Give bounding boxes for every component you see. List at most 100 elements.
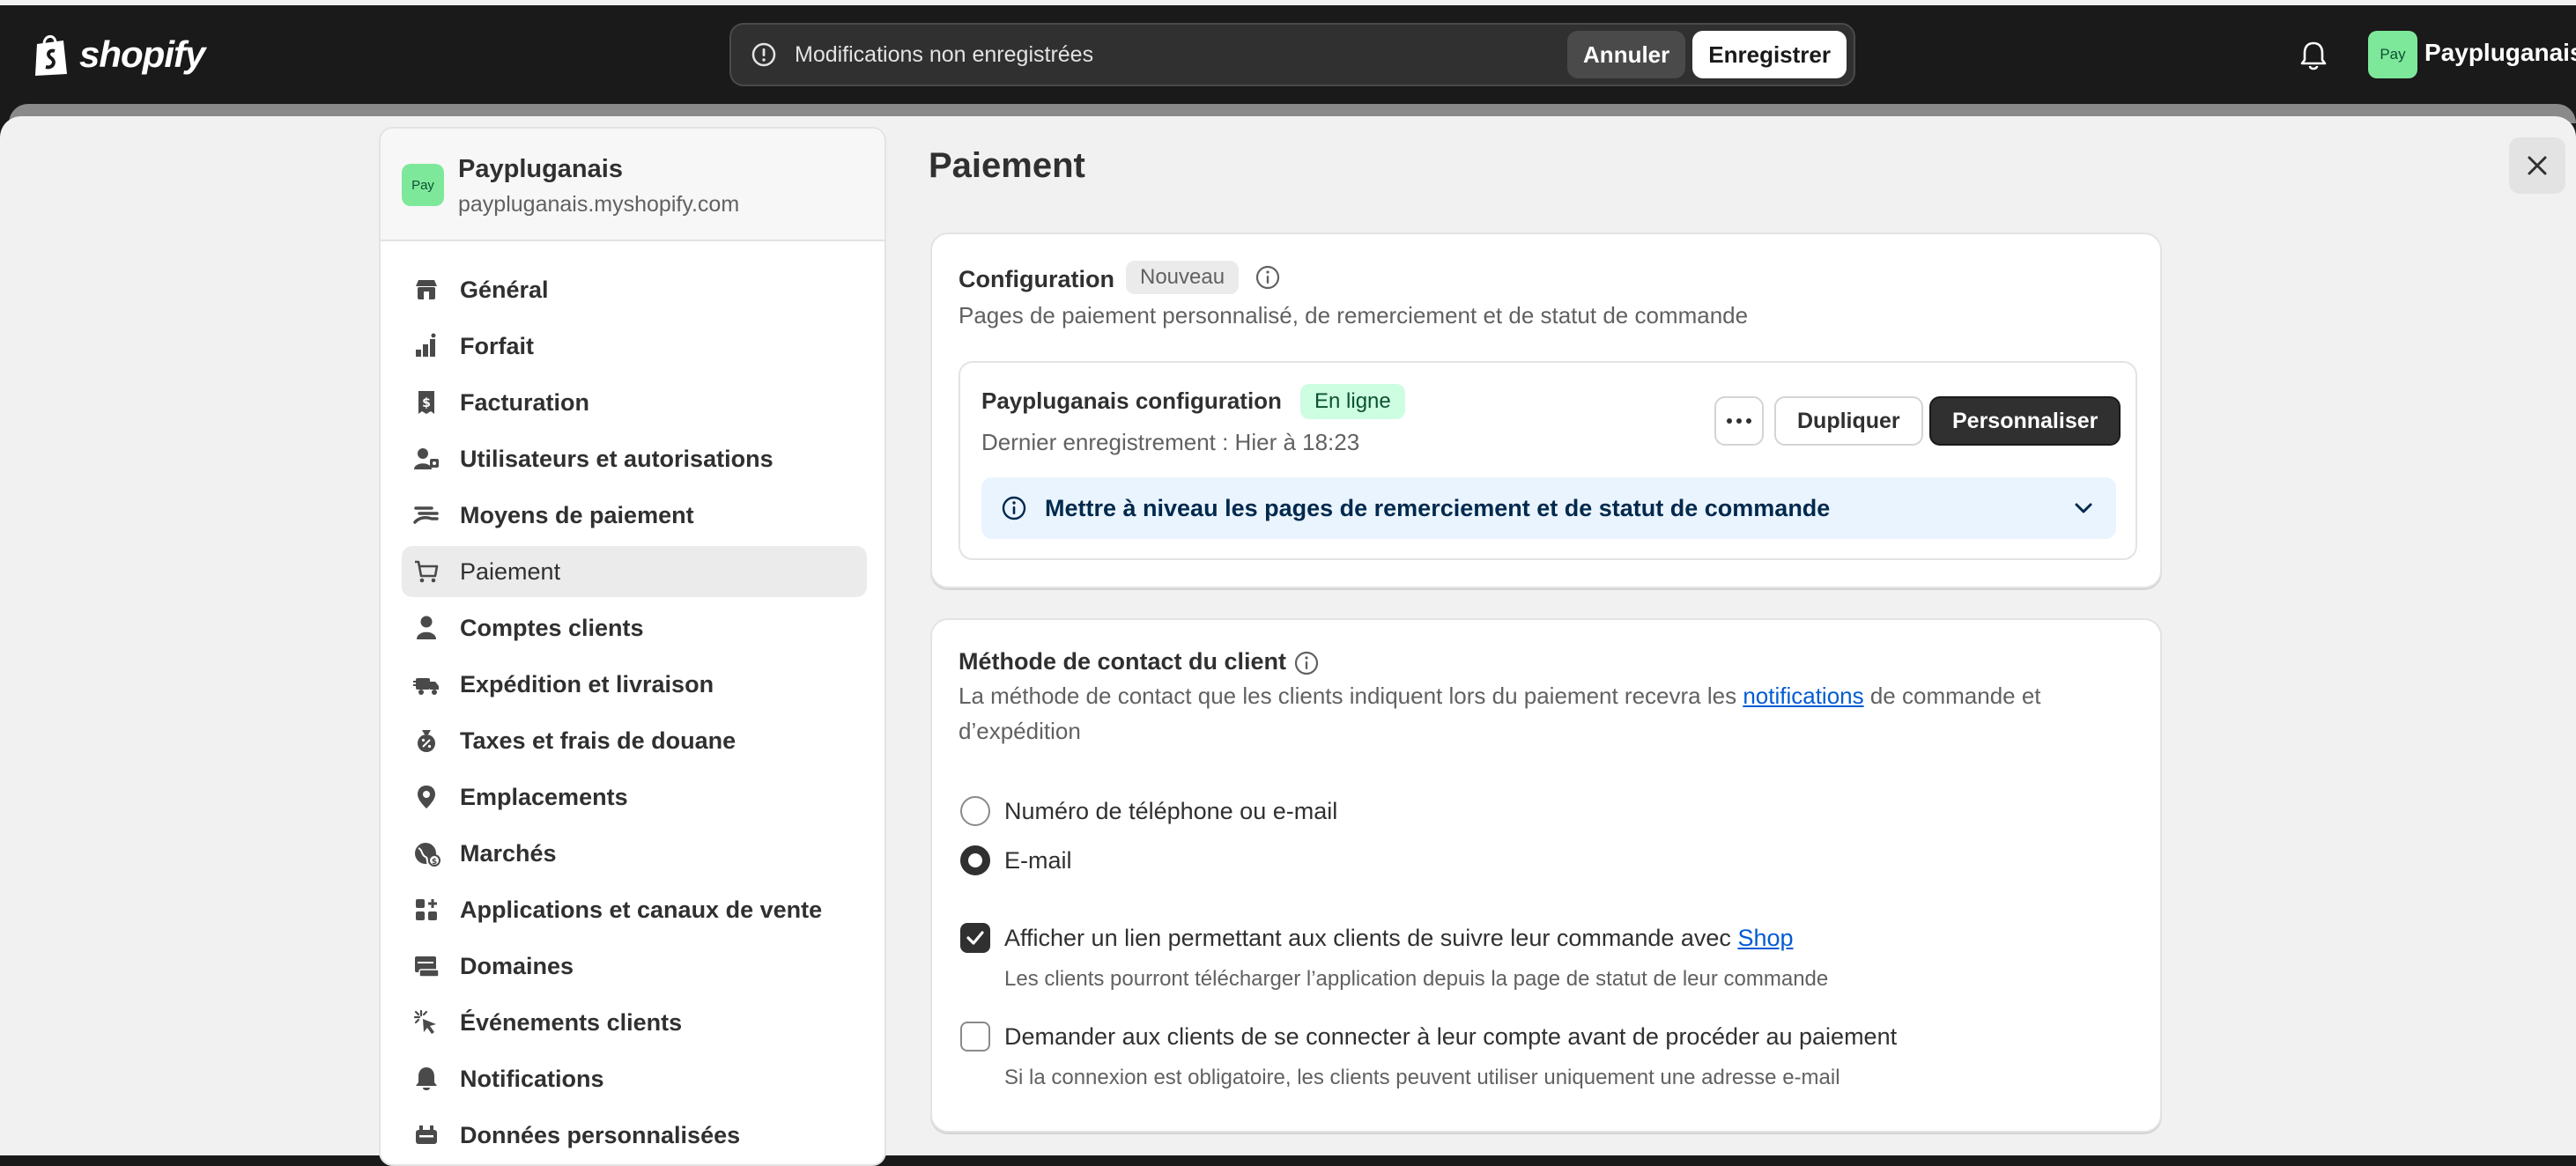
sidebar-item-billing[interactable]: $ Facturation <box>402 377 867 428</box>
radio-email[interactable] <box>960 845 990 875</box>
checkbox-label-text: Afficher un lien permettant aux clients … <box>1004 925 1738 951</box>
svg-text:$: $ <box>422 396 431 410</box>
sidebar-item-plan[interactable]: Forfait <box>402 321 867 372</box>
more-actions-button[interactable] <box>1714 396 1764 446</box>
checkbox-shop-tracking[interactable] <box>960 923 990 953</box>
sidebar-item-label: Comptes clients <box>460 614 644 641</box>
plan-icon <box>416 333 436 357</box>
sidebar-item-label: Utilisateurs et autorisations <box>460 445 774 472</box>
checkmark-icon <box>966 931 984 945</box>
sidebar-item-label: Forfait <box>460 332 534 359</box>
sidebar-item-label: Moyens de paiement <box>460 501 694 528</box>
sidebar-store-url: paypluganais.myshopify.com <box>458 192 740 217</box>
discard-button[interactable]: Annuler <box>1567 31 1686 78</box>
unsaved-message: Modifications non enregistrées <box>795 41 1094 67</box>
payment-hand-icon <box>413 506 439 524</box>
close-icon <box>2528 156 2547 175</box>
sidebar-item-notifications[interactable]: Notifications <box>402 1053 867 1104</box>
person-icon <box>417 616 436 639</box>
sidebar-item-label: Données personnalisées <box>460 1121 741 1148</box>
checkbox-label[interactable]: Demander aux clients de se connecter à l… <box>1004 1023 1897 1051</box>
duplicate-button[interactable]: Dupliquer <box>1774 396 1923 446</box>
sidebar-item-label: Taxes et frais de douane <box>460 727 737 754</box>
globe-icon: $ <box>415 843 440 867</box>
sidebar-item-label: Expédition et livraison <box>460 670 714 697</box>
save-button[interactable]: Enregistrer <box>1692 31 1847 78</box>
ellipsis-icon <box>1727 418 1751 424</box>
checkout-configuration-item: Paypluganais configuration En ligne Dern… <box>959 361 2137 560</box>
contact-method-title: Méthode de contact du client <box>959 648 1287 675</box>
shop-link[interactable]: Shop <box>1737 925 1793 951</box>
shopify-bag-icon <box>35 35 67 76</box>
notifications-link[interactable]: notifications <box>1743 683 1863 709</box>
store-menu-name[interactable]: Paypluganais <box>2424 39 2576 67</box>
checkbox-require-login[interactable] <box>960 1022 990 1052</box>
sidebar-item-label: Facturation <box>460 388 590 416</box>
status-badge: En ligne <box>1300 384 1405 419</box>
customize-button[interactable]: Personnaliser <box>1929 396 2121 446</box>
sidebar-item-label: Applications et canaux de vente <box>460 896 823 923</box>
configuration-description: Pages de paiement personnalisé, de remer… <box>959 302 1749 328</box>
cart-icon <box>415 560 439 583</box>
svg-text:$: $ <box>432 858 437 867</box>
radio-phone-or-email[interactable] <box>960 796 990 826</box>
sidebar-item-customer-events[interactable]: Événements clients <box>402 997 867 1048</box>
description-text: d’expédition <box>959 718 1081 744</box>
settings-sidebar: Pay Paypluganais paypluganais.myshopify.… <box>379 127 886 1166</box>
sidebar-item-users[interactable]: Utilisateurs et autorisations <box>402 433 867 484</box>
sidebar-item-customer-accounts[interactable]: Comptes clients <box>402 602 867 653</box>
logo-text: shopify <box>79 33 205 75</box>
apps-icon <box>416 899 437 920</box>
sidebar-item-taxes[interactable]: Taxes et frais de douane <box>402 715 867 766</box>
sidebar-item-custom-data[interactable]: Données personnalisées <box>402 1110 867 1161</box>
receipt-icon: $ <box>418 391 434 414</box>
configuration-card: Configuration Nouveau Pages de paiement … <box>930 232 2162 588</box>
info-icon[interactable] <box>1293 650 1320 676</box>
checkbox-label[interactable]: Afficher un lien permettant aux clients … <box>1004 925 1794 952</box>
users-icon <box>414 448 439 469</box>
sidebar-item-apps-channels[interactable]: Applications et canaux de vente <box>402 884 867 935</box>
sidebar-item-label: Notifications <box>460 1065 604 1092</box>
sidebar-item-label: Marchés <box>460 839 557 867</box>
sidebar-item-locations[interactable]: Emplacements <box>402 771 867 823</box>
sidebar-store-name: Paypluganais <box>458 155 623 183</box>
contact-method-description: La méthode de contact que les clients in… <box>959 678 2139 749</box>
location-pin-icon <box>418 786 435 808</box>
contact-method-card: Méthode de contact du client La méthode … <box>930 618 2162 1133</box>
shopify-logo[interactable]: shopify <box>32 30 205 79</box>
radio-label[interactable]: E-mail <box>1004 847 1072 874</box>
sidebar-item-markets[interactable]: $ Marchés <box>402 828 867 879</box>
sidebar-item-domains[interactable]: Domaines <box>402 941 867 992</box>
avatar: Pay <box>402 164 444 206</box>
info-icon <box>1002 496 1026 520</box>
sidebar-item-shipping[interactable]: Expédition et livraison <box>402 659 867 710</box>
sidebar-store-header[interactable]: Pay Paypluganais paypluganais.myshopify.… <box>381 129 885 241</box>
sidebar-item-general[interactable]: Général <box>402 264 867 315</box>
sidebar-item-checkout[interactable]: Paiement <box>402 546 867 597</box>
new-badge: Nouveau <box>1126 261 1240 294</box>
description-text: de commande et <box>1863 683 2041 709</box>
close-settings-button[interactable] <box>2509 137 2565 194</box>
tax-bag-icon <box>418 730 435 752</box>
domain-icon <box>415 956 440 978</box>
sidebar-item-label: Domaines <box>460 952 574 979</box>
chevron-down-icon[interactable] <box>2074 502 2093 514</box>
upgrade-banner-text: Mettre à niveau les pages de remerciemen… <box>1045 494 1831 521</box>
help-text: Si la connexion est obligatoire, les cli… <box>1004 1066 1840 1089</box>
notification-bell-icon[interactable] <box>2298 39 2329 72</box>
page-title: Paiement <box>929 146 1085 185</box>
alert-circle-icon <box>751 42 776 67</box>
sidebar-item-label: Général <box>460 276 549 303</box>
sidebar-item-payment-methods[interactable]: Moyens de paiement <box>402 490 867 541</box>
radio-label[interactable]: Numéro de téléphone ou e-mail <box>1004 798 1337 825</box>
cursor-click-icon <box>413 1009 436 1034</box>
store-icon <box>416 280 437 299</box>
top-strip <box>0 0 2576 5</box>
store-avatar[interactable]: Pay <box>2368 31 2417 78</box>
upgrade-banner[interactable]: Mettre à niveau les pages de remerciemen… <box>981 477 2116 539</box>
sidebar-item-label: Paiement <box>460 557 561 585</box>
configuration-name: Paypluganais configuration <box>981 387 1282 414</box>
truck-icon <box>413 678 439 695</box>
configuration-title: Configuration <box>959 266 1114 292</box>
info-icon[interactable] <box>1255 264 1281 291</box>
